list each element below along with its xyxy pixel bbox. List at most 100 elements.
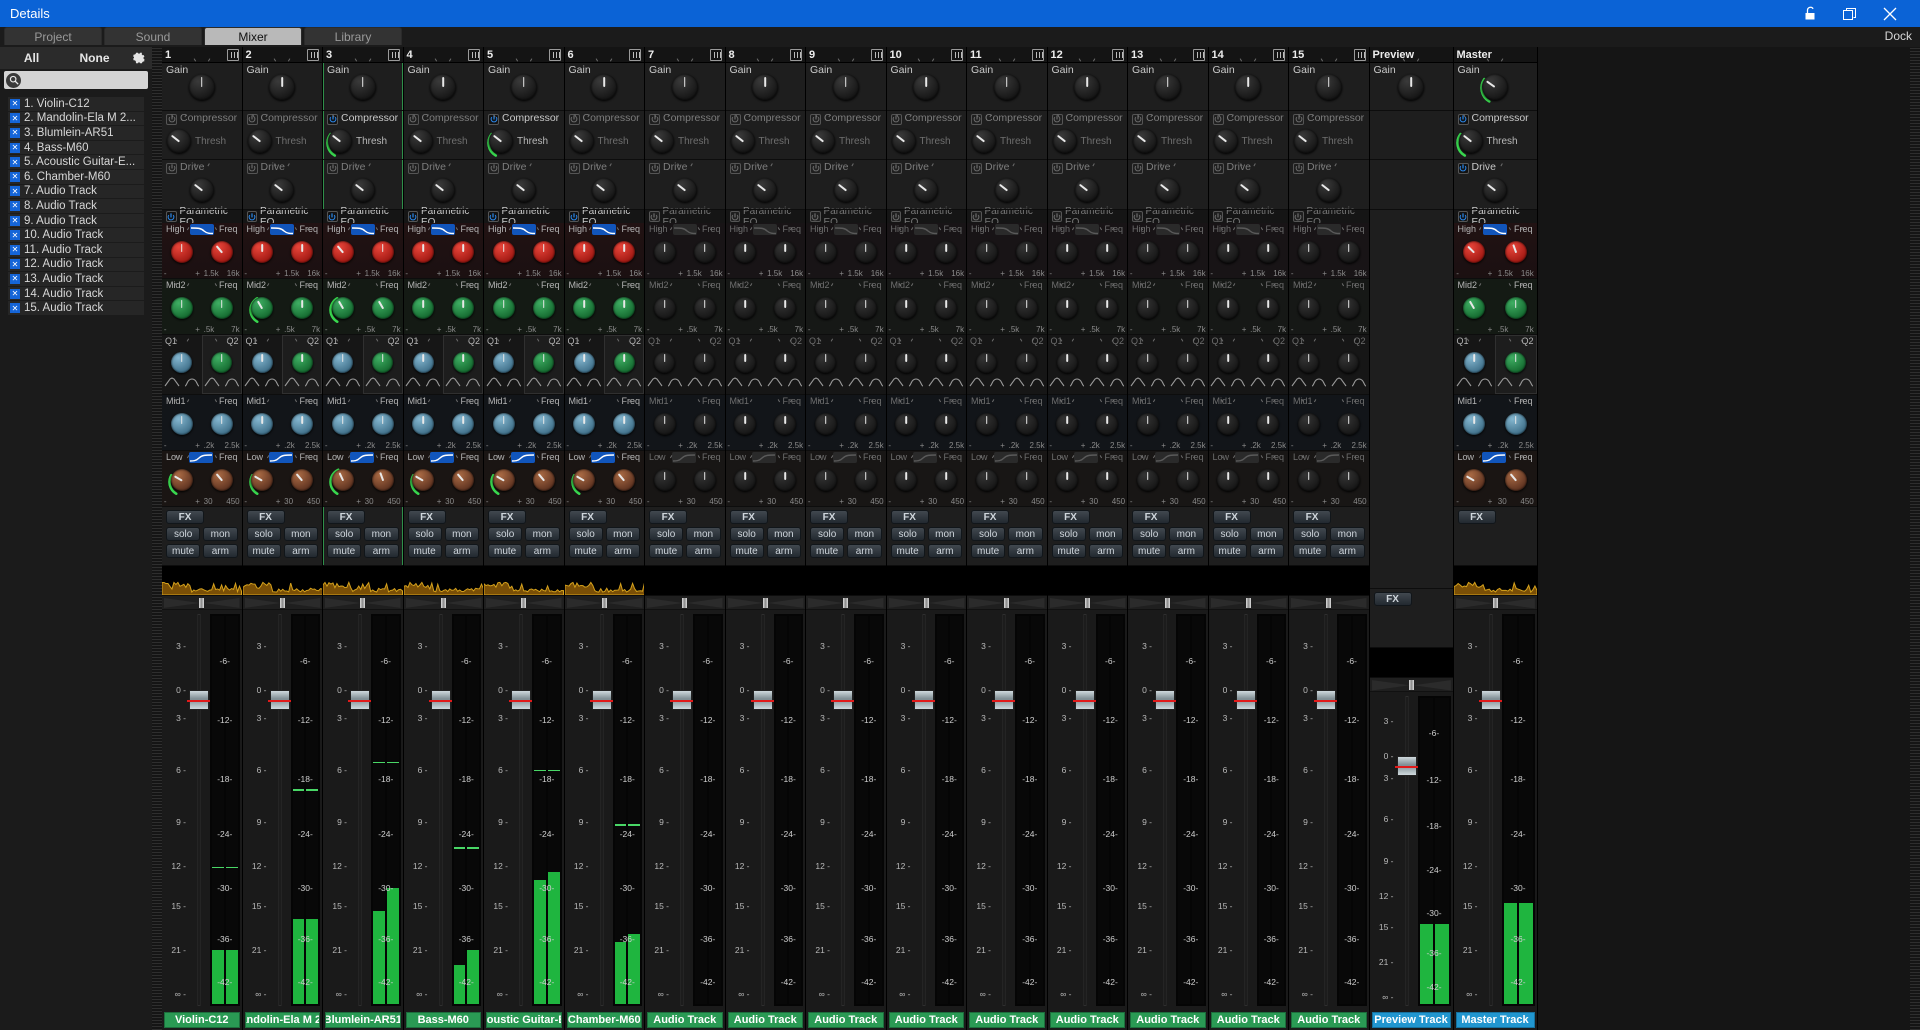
dock-button[interactable]: Dock [1885, 29, 1912, 43]
volume-fader[interactable] [1153, 610, 1177, 1010]
fx-button[interactable]: FX [649, 510, 687, 524]
low-shelf-icon[interactable] [671, 451, 696, 463]
eq-mid2-gain-knob[interactable] [975, 283, 998, 319]
eq-q1-group[interactable]: Q1 [1289, 335, 1329, 394]
fx-button[interactable]: FX [246, 510, 285, 524]
eq-q2-group[interactable]: Q2 [443, 335, 483, 394]
eq-q1-group[interactable]: Q1 [162, 335, 202, 394]
track-name-label[interactable]: Audio Track [1130, 1012, 1206, 1028]
gain-knob[interactable] [1479, 58, 1508, 103]
eq-mid1-freq-knob[interactable] [1504, 399, 1527, 435]
high-shelf-icon[interactable] [1483, 223, 1507, 235]
pan-slider[interactable] [1453, 596, 1537, 610]
drive-amount-knob[interactable] [189, 163, 214, 202]
arm-button[interactable]: arm [1088, 544, 1123, 558]
low-shelf-icon[interactable] [510, 451, 535, 463]
low-shelf-icon[interactable] [1315, 451, 1340, 463]
mute-button[interactable]: mute [246, 544, 281, 558]
eq-low-gain-knob[interactable] [1297, 455, 1320, 491]
mute-button[interactable]: mute [488, 544, 523, 558]
power-toggle-icon[interactable] [1132, 211, 1143, 222]
channel-settings-icon[interactable] [629, 48, 641, 61]
channel-header[interactable]: 4 [403, 47, 483, 63]
drive-amount-knob[interactable] [431, 163, 456, 202]
eq-q2-knob[interactable] [1338, 338, 1360, 373]
low-shelf-icon[interactable] [349, 451, 374, 463]
arm-button[interactable]: arm [283, 544, 318, 558]
low-shelf-icon[interactable] [1235, 451, 1260, 463]
eq-high-gain-knob[interactable] [331, 227, 354, 263]
arm-button[interactable]: arm [525, 544, 560, 558]
mute-button[interactable]: mute [729, 544, 764, 558]
fader-handle[interactable] [1478, 690, 1503, 710]
drive-amount-knob[interactable] [1483, 163, 1507, 202]
eq-mid1-freq-knob[interactable] [1176, 399, 1199, 435]
eq-q1-knob[interactable] [1137, 338, 1159, 373]
sidebar-track-item[interactable]: ✕ 3. Blumlein-AR51 [8, 126, 144, 141]
eq-low-freq-knob[interactable] [532, 455, 555, 491]
track-name-label[interactable]: Blumlein-AR51 [325, 1012, 401, 1028]
compressor-threshold-knob[interactable] [811, 114, 835, 153]
sidebar-track-item[interactable]: ✕ 15. Audio Track [8, 301, 144, 316]
solo-button[interactable]: solo [1212, 527, 1247, 541]
mon-button[interactable]: mon [525, 527, 560, 541]
track-visible-checkbox[interactable]: ✕ [10, 215, 20, 226]
mute-button[interactable]: mute [1293, 544, 1328, 558]
pan-handle[interactable] [1004, 598, 1010, 608]
high-shelf-icon[interactable] [1316, 223, 1341, 235]
channel-header[interactable]: Preview [1369, 47, 1453, 63]
eq-mid2-freq-knob[interactable] [1504, 283, 1527, 319]
compressor-threshold-knob[interactable] [1052, 114, 1077, 153]
eq-high-freq-knob[interactable] [693, 227, 716, 263]
eq-q2-knob[interactable] [1016, 338, 1038, 373]
eq-mid1-gain-knob[interactable] [1463, 399, 1486, 435]
power-toggle-icon[interactable] [1457, 162, 1469, 174]
fader-handle[interactable] [1233, 690, 1258, 710]
eq-low-gain-knob[interactable] [1056, 455, 1079, 491]
sidebar-track-item[interactable]: ✕ 9. Audio Track [8, 213, 144, 229]
mute-button[interactable]: mute [1051, 544, 1086, 558]
eq-low-gain-knob[interactable] [1463, 455, 1486, 491]
high-shelf-icon[interactable] [833, 223, 858, 235]
mon-button[interactable]: mon [1249, 527, 1284, 541]
power-toggle-icon[interactable] [1212, 162, 1224, 174]
eq-low-freq-knob[interactable] [210, 455, 233, 491]
eq-q2-knob[interactable] [533, 338, 555, 373]
solo-button[interactable]: solo [568, 527, 603, 541]
high-shelf-icon[interactable] [431, 223, 456, 235]
eq-high-freq-knob[interactable] [1176, 227, 1199, 263]
high-shelf-icon[interactable] [270, 223, 295, 235]
solo-button[interactable]: solo [1293, 527, 1328, 541]
eq-low-freq-knob[interactable] [1337, 455, 1360, 491]
mon-button[interactable]: mon [444, 527, 479, 541]
compressor-threshold-knob[interactable] [408, 114, 433, 153]
mute-button[interactable]: mute [407, 544, 442, 558]
eq-q2-group[interactable]: Q2 [362, 335, 403, 394]
drive-amount-knob[interactable] [1155, 163, 1180, 202]
pan-handle[interactable] [601, 598, 607, 608]
fx-button[interactable]: FX [1373, 592, 1412, 606]
track-name-label[interactable]: Audio Track [727, 1012, 803, 1028]
parametric-eq-header[interactable]: Parametric EQ [1128, 206, 1208, 228]
arm-button[interactable]: arm [927, 544, 962, 558]
pan-slider[interactable] [162, 596, 242, 610]
eq-high-gain-knob[interactable] [814, 227, 837, 263]
compressor-threshold-knob[interactable] [730, 114, 755, 153]
eq-mid2-freq-knob[interactable] [774, 283, 797, 319]
channel-header[interactable]: Master [1453, 47, 1537, 63]
sidebar-track-item[interactable]: ✕ 7. Audio Track [8, 184, 144, 200]
channel-settings-icon[interactable] [548, 48, 561, 61]
mon-button[interactable]: mon [1169, 527, 1204, 541]
eq-mid1-freq-knob[interactable] [613, 399, 636, 435]
eq-high-freq-knob[interactable] [774, 227, 797, 263]
volume-fader[interactable] [428, 610, 453, 1010]
pan-handle[interactable] [1245, 598, 1251, 608]
eq-q1-knob[interactable] [171, 338, 193, 373]
eq-mid1-gain-knob[interactable] [895, 399, 918, 435]
eq-mid2-freq-knob[interactable] [613, 283, 636, 319]
solo-button[interactable]: solo [810, 527, 845, 541]
arm-button[interactable]: arm [203, 544, 238, 558]
eq-q1-knob[interactable] [412, 338, 434, 373]
eq-q1-group[interactable]: Q1 [1454, 335, 1496, 394]
solo-button[interactable]: solo [488, 527, 523, 541]
